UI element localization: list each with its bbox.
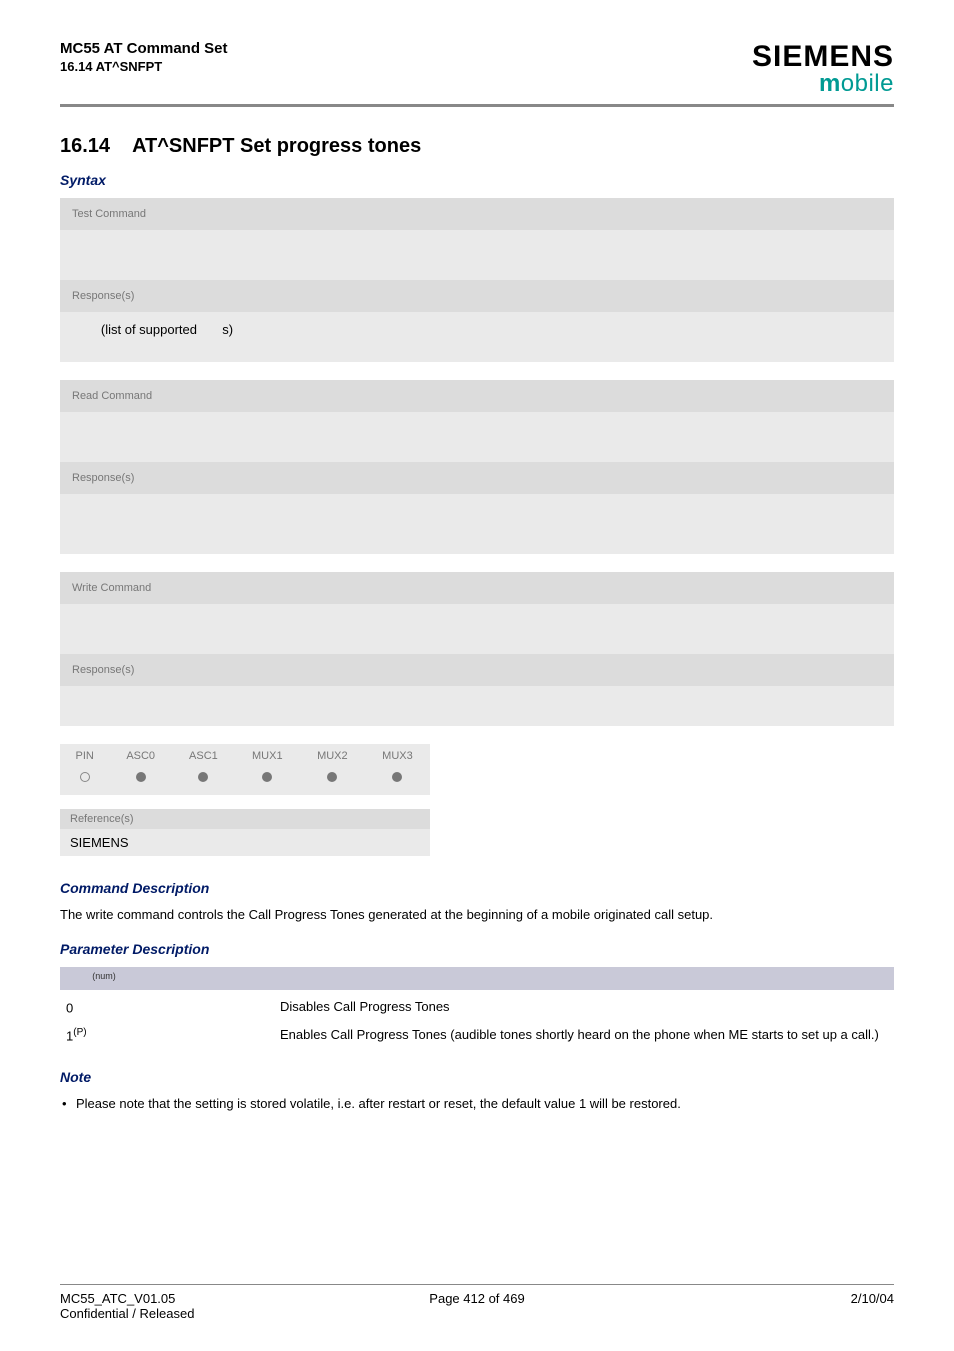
mobile-m: m xyxy=(819,70,841,97)
header-divider xyxy=(60,104,894,107)
read-command-panel: Read Command Response(s) xyxy=(60,380,894,554)
cap-h-2: ASC1 xyxy=(172,744,235,768)
note-list: •Please note that the setting is stored … xyxy=(60,1095,894,1114)
brand-block: SIEMENS mobile xyxy=(752,40,894,98)
parameter-badge: (num) xyxy=(60,967,894,990)
bullet-icon: • xyxy=(62,1095,76,1114)
mobile-rest: obile xyxy=(841,70,894,97)
filled-circle-icon xyxy=(327,772,337,782)
filled-circle-icon xyxy=(262,772,272,782)
command-description-text: The write command controls the Call Prog… xyxy=(60,906,894,925)
filled-circle-icon xyxy=(198,772,208,782)
command-description-heading: Command Description xyxy=(60,880,894,896)
parameter-badge-sup: (num) xyxy=(92,971,116,981)
test-response-text: (list of supported s) xyxy=(72,322,233,337)
footer-left: MC55_ATC_V01.05 Confidential / Released xyxy=(60,1291,194,1321)
capability-header-row: PIN ASC0 ASC1 MUX1 MUX2 MUX3 xyxy=(60,744,430,768)
capability-dot-row xyxy=(60,768,430,795)
test-command-body xyxy=(60,230,894,280)
param-row-1: 1(P) Enables Call Progress Tones (audibl… xyxy=(60,1022,894,1050)
test-command-label: Test Command xyxy=(60,198,894,230)
reference-label: Reference(s) xyxy=(60,809,430,829)
cap-h-0: PIN xyxy=(60,744,109,768)
cap-h-1: ASC0 xyxy=(109,744,172,768)
read-command-body xyxy=(60,412,894,462)
note-text: Please note that the setting is stored v… xyxy=(76,1096,681,1111)
page-footer: MC55_ATC_V01.05 Confidential / Released … xyxy=(60,1284,894,1321)
filled-circle-icon xyxy=(392,772,402,782)
reference-box: Reference(s) SIEMENS xyxy=(60,809,430,856)
section-number: 16.14 xyxy=(60,135,110,158)
read-response-label: Response(s) xyxy=(60,462,894,494)
param-key-0: 0 xyxy=(60,994,280,1022)
cap-h-5: MUX3 xyxy=(365,744,430,768)
parameter-description-heading: Parameter Description xyxy=(60,941,894,957)
param-key-1: 1(P) xyxy=(60,1022,280,1050)
reference-value: SIEMENS xyxy=(60,829,430,856)
cap-dot-3 xyxy=(235,768,300,795)
write-command-panel: Write Command Response(s) xyxy=(60,572,894,726)
doc-subtitle: 16.14 AT^SNFPT xyxy=(60,59,228,74)
footer-right: 2/10/04 xyxy=(851,1291,894,1321)
filled-circle-icon xyxy=(136,772,146,782)
test-response-label: Response(s) xyxy=(60,280,894,312)
siemens-logo-text: SIEMENS xyxy=(752,40,894,74)
param-key-1-sup: (P) xyxy=(73,1027,86,1038)
write-command-label: Write Command xyxy=(60,572,894,604)
param-desc-1: Enables Call Progress Tones (audible ton… xyxy=(280,1022,894,1050)
syntax-heading: Syntax xyxy=(60,172,894,188)
cap-dot-4 xyxy=(300,768,365,795)
parameter-table: 0 Disables Call Progress Tones 1(P) Enab… xyxy=(60,994,894,1049)
page-header: MC55 AT Command Set 16.14 AT^SNFPT SIEME… xyxy=(60,40,894,98)
doc-title-block: MC55 AT Command Set 16.14 AT^SNFPT xyxy=(60,40,228,74)
footer-left-line2: Confidential / Released xyxy=(60,1306,194,1321)
write-response-label: Response(s) xyxy=(60,654,894,686)
cap-dot-5 xyxy=(365,768,430,795)
test-command-panel: Test Command Response(s) (list of suppor… xyxy=(60,198,894,362)
param-key-0-val: 0 xyxy=(66,1001,73,1016)
cap-h-4: MUX2 xyxy=(300,744,365,768)
param-desc-0: Disables Call Progress Tones xyxy=(280,994,894,1022)
param-row-0: 0 Disables Call Progress Tones xyxy=(60,994,894,1022)
cap-dot-0 xyxy=(60,768,109,795)
note-heading: Note xyxy=(60,1069,894,1085)
read-response-body xyxy=(60,494,894,554)
section-heading: 16.14 AT^SNFPT Set progress tones xyxy=(60,135,894,158)
cap-h-3: MUX1 xyxy=(235,744,300,768)
footer-center: Page 412 of 469 xyxy=(429,1291,524,1306)
footer-left-line1: MC55_ATC_V01.05 xyxy=(60,1291,194,1306)
section-title-text: AT^SNFPT Set progress tones xyxy=(132,135,421,157)
capability-table: PIN ASC0 ASC1 MUX1 MUX2 MUX3 xyxy=(60,744,430,795)
doc-title: MC55 AT Command Set xyxy=(60,40,228,57)
write-command-body xyxy=(60,604,894,654)
test-response-body: (list of supported s) xyxy=(60,312,894,362)
cap-dot-2 xyxy=(172,768,235,795)
mobile-logo-text: mobile xyxy=(752,70,894,98)
open-circle-icon xyxy=(80,772,90,782)
write-response-body xyxy=(60,686,894,726)
read-command-label: Read Command xyxy=(60,380,894,412)
cap-dot-1 xyxy=(109,768,172,795)
